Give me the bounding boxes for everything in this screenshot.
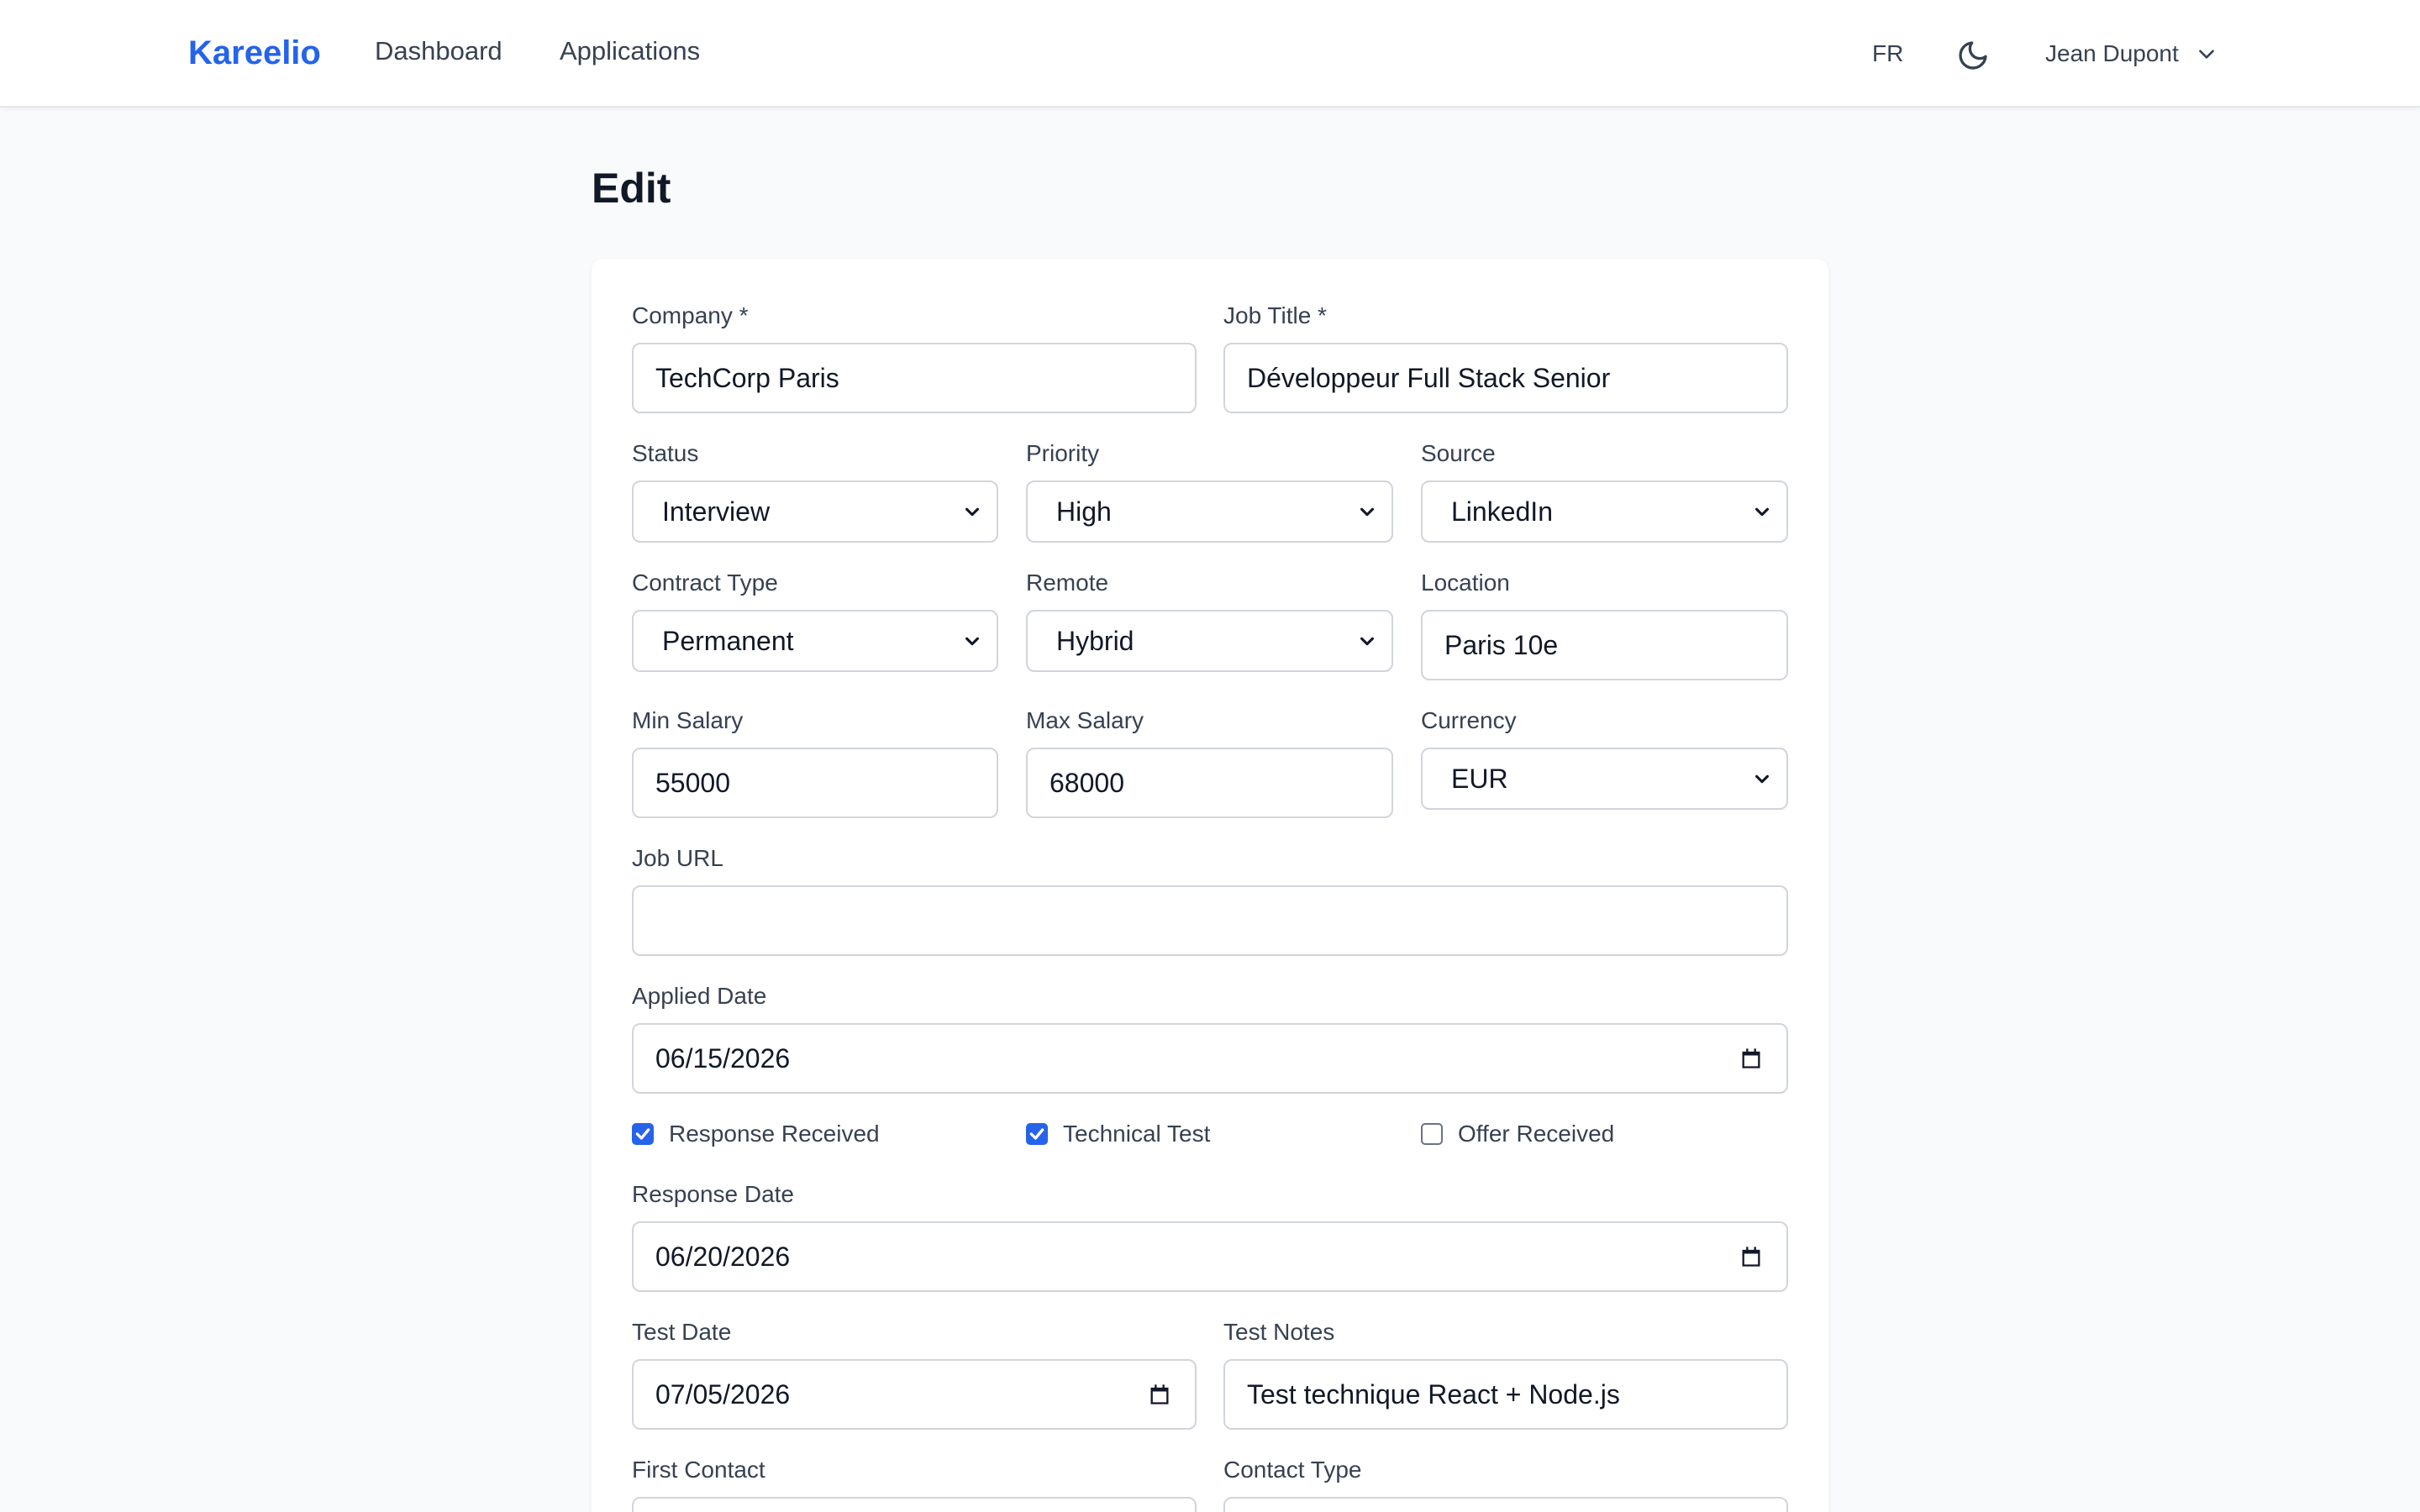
status-select[interactable]: Interview [632, 480, 998, 543]
test-notes-input[interactable]: Test technique React + Node.js [1223, 1359, 1788, 1430]
applied-date-value: 06/15/2026 [655, 1042, 791, 1074]
company-label: Company * [632, 302, 749, 328]
nav-link-applications[interactable]: Applications [560, 32, 700, 71]
location-label: Location [1421, 570, 1510, 596]
test-date-label: Test Date [632, 1319, 732, 1345]
applied-date-input[interactable]: 06/15/2026 [632, 1023, 1788, 1094]
job-title-field: Job Title * Développeur Full Stack Senio… [1223, 301, 1788, 413]
priority-value: High [1056, 496, 1112, 527]
applied-date-field: Applied Date 06/15/2026 [632, 981, 1788, 1094]
job-url-input[interactable] [632, 885, 1788, 956]
currency-label: Currency [1421, 707, 1517, 733]
edit-application-form: Company * TechCorp Paris Job Title * Dév… [592, 259, 1828, 1512]
calendar-icon[interactable] [1739, 1245, 1763, 1268]
checkbox-box[interactable] [1026, 1123, 1048, 1145]
source-label: Source [1421, 440, 1496, 466]
chevron-down-icon [1360, 637, 1374, 646]
remote-label: Remote [1026, 570, 1109, 596]
offer-received-label: Offer Received [1458, 1121, 1615, 1147]
job-title-label: Job Title * [1223, 302, 1327, 328]
min-salary-input[interactable]: 55000 [632, 748, 998, 818]
response-received-checkbox[interactable]: Response Received [632, 1121, 880, 1147]
source-field: Source LinkedIn [1421, 438, 1788, 543]
calendar-icon[interactable] [1148, 1383, 1171, 1406]
currency-select[interactable]: EUR [1421, 748, 1788, 810]
priority-label: Priority [1026, 440, 1100, 466]
location-input[interactable]: Paris 10e [1421, 610, 1788, 680]
technical-test-label: Technical Test [1063, 1121, 1211, 1147]
job-title-input[interactable]: Développeur Full Stack Senior [1223, 343, 1788, 413]
response-received-label: Response Received [669, 1121, 880, 1147]
status-label: Status [632, 440, 699, 466]
contract-type-value: Permanent [662, 625, 794, 656]
user-menu[interactable]: Jean Dupont [2045, 37, 2217, 71]
remote-value: Hybrid [1056, 625, 1134, 656]
response-date-field: Response Date 06/20/2026 [632, 1179, 1788, 1292]
currency-value: EUR [1451, 763, 1508, 794]
offer-received-checkbox[interactable]: Offer Received [1421, 1121, 1614, 1147]
moon-icon [1959, 41, 1987, 70]
contract-type-label: Contract Type [632, 570, 778, 596]
currency-field: Currency EUR [1421, 706, 1788, 810]
source-value: LinkedIn [1451, 496, 1553, 527]
user-name: Jean Dupont [2045, 40, 2179, 66]
brand-logo[interactable]: Kareelio [188, 30, 321, 76]
contact-type-field: Contact Type [1223, 1455, 1788, 1512]
check-icon [1029, 1128, 1044, 1140]
first-contact-input[interactable] [632, 1497, 1197, 1512]
nav-link-dashboard[interactable]: Dashboard [375, 32, 502, 71]
language-switcher[interactable]: FR [1872, 37, 1903, 71]
max-salary-label: Max Salary [1026, 707, 1144, 733]
page-title: Edit [592, 165, 671, 212]
response-date-input[interactable]: 06/20/2026 [632, 1221, 1788, 1292]
check-icon [635, 1128, 650, 1140]
test-notes-field: Test Notes Test technique React + Node.j… [1223, 1317, 1788, 1430]
remote-select[interactable]: Hybrid [1026, 610, 1393, 672]
response-date-value: 06/20/2026 [655, 1241, 791, 1272]
source-select[interactable]: LinkedIn [1421, 480, 1788, 543]
technical-test-checkbox[interactable]: Technical Test [1026, 1121, 1210, 1147]
test-date-value: 07/05/2026 [655, 1378, 791, 1410]
test-date-input[interactable]: 07/05/2026 [632, 1359, 1197, 1430]
priority-select[interactable]: High [1026, 480, 1393, 543]
applied-date-label: Applied Date [632, 983, 767, 1009]
chevron-down-icon [1755, 507, 1769, 517]
test-notes-label: Test Notes [1223, 1319, 1335, 1345]
job-url-field: Job URL [632, 843, 1788, 956]
max-salary-input[interactable]: 68000 [1026, 748, 1393, 818]
contract-type-field: Contract Type Permanent [632, 568, 998, 672]
chevron-down-icon [965, 507, 979, 517]
top-navbar: Kareelio Dashboard Applications FR Jean … [0, 0, 2420, 108]
chevron-down-icon [1755, 774, 1769, 784]
priority-field: Priority High [1026, 438, 1393, 543]
remote-field: Remote Hybrid [1026, 568, 1393, 672]
min-salary-field: Min Salary 55000 [632, 706, 998, 818]
checkbox-box[interactable] [1421, 1123, 1443, 1145]
min-salary-label: Min Salary [632, 707, 744, 733]
chevron-down-icon [2198, 50, 2214, 59]
contact-type-label: Contact Type [1223, 1457, 1362, 1483]
chevron-down-icon [965, 637, 979, 646]
first-contact-label: First Contact [632, 1457, 765, 1483]
max-salary-field: Max Salary 68000 [1026, 706, 1393, 818]
first-contact-field: First Contact [632, 1455, 1197, 1512]
test-date-field: Test Date 07/05/2026 [632, 1317, 1197, 1430]
location-field: Location Paris 10e [1421, 568, 1788, 680]
company-input[interactable]: TechCorp Paris [632, 343, 1197, 413]
job-url-label: Job URL [632, 845, 723, 871]
company-field: Company * TechCorp Paris [632, 301, 1197, 413]
theme-toggle-button[interactable] [1954, 37, 1991, 74]
chevron-down-icon [1360, 507, 1374, 517]
contract-type-select[interactable]: Permanent [632, 610, 998, 672]
checkbox-box[interactable] [632, 1123, 654, 1145]
status-field: Status Interview [632, 438, 998, 543]
response-date-label: Response Date [632, 1181, 795, 1207]
calendar-icon[interactable] [1739, 1047, 1763, 1070]
status-value: Interview [662, 496, 771, 527]
contact-type-input[interactable] [1223, 1497, 1788, 1512]
